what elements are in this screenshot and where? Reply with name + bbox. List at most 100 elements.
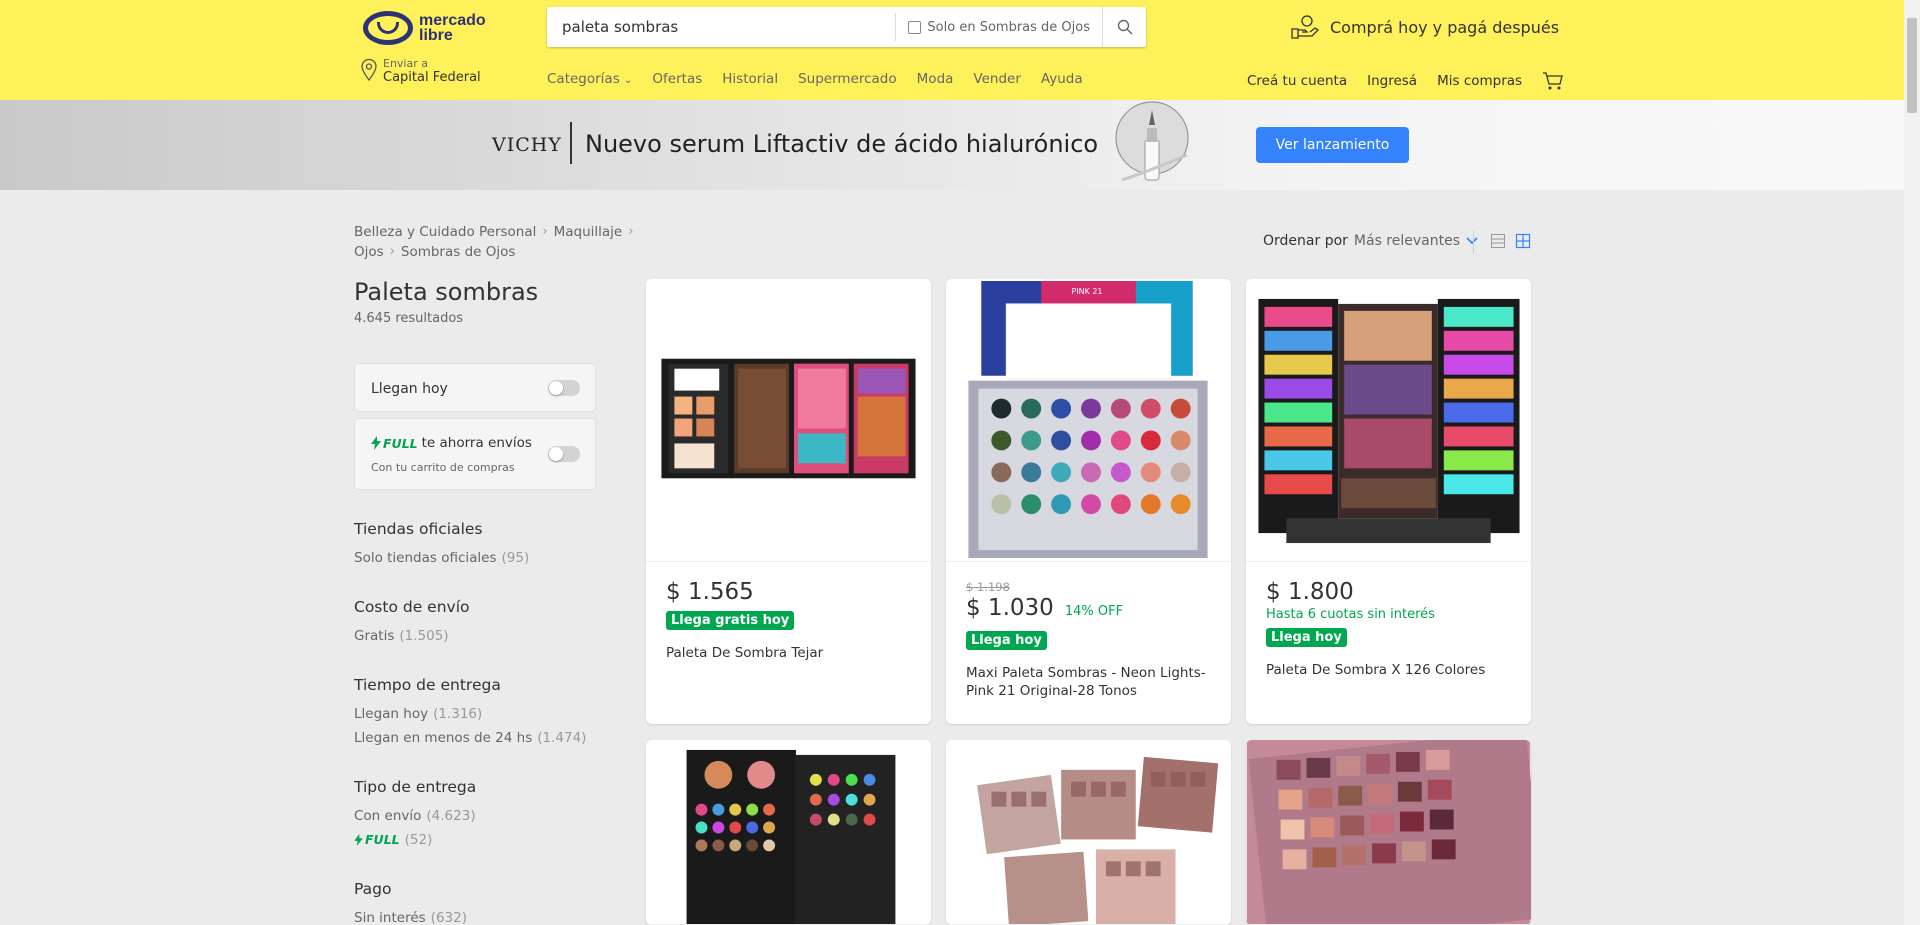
handshake-logo-icon (363, 11, 413, 45)
location-label: Enviar a (383, 57, 428, 70)
filter-delivery-type: Tipo de entrega Con envío (4.623) FULL (… (354, 778, 604, 852)
filter-option[interactable]: Solo tiendas oficiales (95) (354, 546, 604, 570)
create-account-link[interactable]: Creá tu cuenta (1247, 73, 1347, 89)
product-name[interactable]: Paleta De Sombra Tejar (666, 644, 916, 662)
list-view-icon[interactable] (1490, 233, 1506, 249)
shipping-badge: Llega gratis hoy (666, 611, 795, 630)
product-image[interactable]: PINK 21 (946, 279, 1231, 562)
promo-text: Comprá hoy y pagá después (1330, 17, 1560, 37)
chevron-down-icon: ⌄ (624, 75, 633, 86)
filter-official-stores: Tiendas oficiales Solo tiendas oficiales… (354, 520, 604, 570)
product-card[interactable]: $ 1.565 Llega gratis hoy Paleta De Sombr… (646, 279, 931, 724)
category-checkbox[interactable] (908, 20, 922, 34)
delivery-location[interactable]: Enviar a Capital Federal (360, 58, 481, 86)
nav-fashion[interactable]: Moda (917, 71, 954, 87)
chevron-right-icon: › (628, 224, 634, 239)
product-image[interactable] (646, 740, 931, 925)
breadcrumb-item[interactable]: Sombras de Ojos (401, 242, 516, 262)
login-link[interactable]: Ingresá (1367, 73, 1417, 89)
discount-label: 14% OFF (1064, 604, 1124, 619)
nav-categories[interactable]: Categorías ⌄ (547, 71, 632, 87)
logo-line1: mercado (419, 12, 486, 29)
product-card[interactable] (646, 740, 931, 925)
product-image[interactable] (946, 740, 1231, 925)
product-price: $ 1.800 (1266, 579, 1354, 605)
filter-payment: Pago Sin interés (632) (354, 880, 604, 925)
filter-option[interactable]: Llegan hoy (1.316) (354, 702, 604, 726)
nav-sell[interactable]: Vender (973, 71, 1020, 87)
main-nav: Categorías ⌄ Ofertas Historial Supermerc… (547, 71, 1083, 87)
view-separator (1473, 231, 1474, 253)
filter-delivery-time: Tiempo de entrega Llegan hoy (1.316) Lle… (354, 676, 604, 750)
breadcrumb-item[interactable]: Maquillaje (554, 222, 623, 242)
product-price: $ 1.030 (966, 595, 1054, 621)
product-image[interactable] (1246, 740, 1531, 925)
product-old-price: $ 1.198 (966, 580, 1010, 594)
today-toggle-switch[interactable] (548, 380, 580, 396)
sort-value: Más relevantes (1353, 233, 1461, 249)
banner-brand: VICHY (492, 134, 562, 156)
filter-option[interactable]: Con envío (4.623) (354, 804, 604, 828)
product-name[interactable]: Paleta De Sombra X 126 Colores (1266, 661, 1516, 679)
product-image[interactable] (646, 279, 931, 562)
filter-shipping-cost: Costo de envío Gratis (1.505) (354, 598, 604, 648)
breadcrumb: Belleza y Cuidado Personal › Maquillaje … (354, 222, 634, 262)
product-card[interactable]: $ 1.800 Hasta 6 cuotas sin interés Llega… (1246, 279, 1531, 724)
hand-coin-icon (1291, 15, 1320, 39)
full-toggle-card[interactable]: FULL te ahorra envíos Con tu carrito de … (354, 418, 596, 490)
launch-button[interactable]: Ver lanzamiento (1256, 127, 1409, 163)
my-purchases-link[interactable]: Mis compras (1437, 73, 1522, 89)
grid-view-icon[interactable] (1515, 233, 1531, 249)
today-delivery-toggle-card[interactable]: Llegan hoy (354, 363, 596, 412)
filter-title: Costo de envío (354, 598, 470, 616)
location-value: Capital Federal (383, 70, 481, 85)
search-input[interactable] (547, 7, 896, 47)
location-pin-icon (361, 58, 377, 82)
results-count: 4.645 resultados (354, 311, 464, 326)
today-toggle-label: Llegan hoy (371, 381, 448, 397)
scrollbar-thumb[interactable] (1907, 18, 1917, 113)
product-card[interactable] (1246, 740, 1531, 925)
ad-banner[interactable]: VICHY Nuevo serum Liftactiv de ácido hia… (0, 100, 1904, 190)
nav-help[interactable]: Ayuda (1041, 71, 1083, 87)
banner-text: Nuevo serum Liftactiv de ácido hialuróni… (585, 130, 1099, 158)
search-category-filter[interactable]: Solo en Sombras de Ojos (896, 20, 1102, 35)
nav-history[interactable]: Historial (722, 71, 778, 87)
filter-option[interactable]: Sin interés (632) (354, 906, 604, 925)
nav-supermarket[interactable]: Supermercado (798, 71, 897, 87)
search-bar: Solo en Sombras de Ojos (547, 7, 1146, 47)
category-filter-label: Solo en Sombras de Ojos (927, 19, 1090, 35)
cart-icon[interactable] (1542, 71, 1564, 91)
filter-title: Tiendas oficiales (354, 520, 483, 538)
filter-title: Tipo de entrega (354, 778, 477, 796)
filter-option[interactable]: FULL (52) (354, 828, 604, 852)
mercadolibre-logo[interactable]: mercado libre (363, 10, 498, 46)
product-card[interactable]: PINK 21 $ 1.198 $ 1.030 14% OFF Llega ho… (946, 279, 1231, 724)
filter-title: Pago (354, 880, 392, 898)
vertical-scrollbar[interactable] (1904, 0, 1920, 925)
lightning-icon (371, 436, 381, 450)
buy-now-pay-later-promo[interactable]: Comprá hoy y pagá después (1290, 14, 1559, 40)
product-price: $ 1.565 (666, 579, 754, 605)
search-button[interactable] (1102, 7, 1146, 47)
nav-offers[interactable]: Ofertas (652, 71, 702, 87)
product-card[interactable] (946, 740, 1231, 925)
full-badge: FULL (354, 828, 400, 852)
filter-option[interactable]: Llegan en menos de 24 hs (1.474) (354, 726, 604, 750)
shipping-badge: Llega hoy (1266, 628, 1347, 647)
lightning-icon (354, 834, 363, 846)
breadcrumb-item[interactable]: Ojos (354, 242, 384, 262)
full-toggle-sub: Con tu carrito de compras (371, 461, 515, 474)
header: mercado libre Solo en Sombras de Ojos Co… (0, 0, 1904, 100)
installments-label: Hasta 6 cuotas sin interés (1266, 607, 1435, 622)
full-toggle-switch[interactable] (548, 446, 580, 462)
sort-control[interactable]: Ordenar por Más relevantes (1263, 233, 1478, 249)
chevron-right-icon: › (389, 244, 395, 259)
product-name[interactable]: Maxi Paleta Sombras - Neon Lights- Pink … (966, 664, 1216, 700)
page-title: Paleta sombras (354, 278, 539, 306)
user-nav: Creá tu cuenta Ingresá Mis compras (1247, 71, 1564, 91)
product-image[interactable] (1246, 279, 1531, 562)
breadcrumb-item[interactable]: Belleza y Cuidado Personal (354, 222, 536, 242)
full-badge: FULL (371, 436, 418, 451)
filter-option[interactable]: Gratis (1.505) (354, 624, 604, 648)
